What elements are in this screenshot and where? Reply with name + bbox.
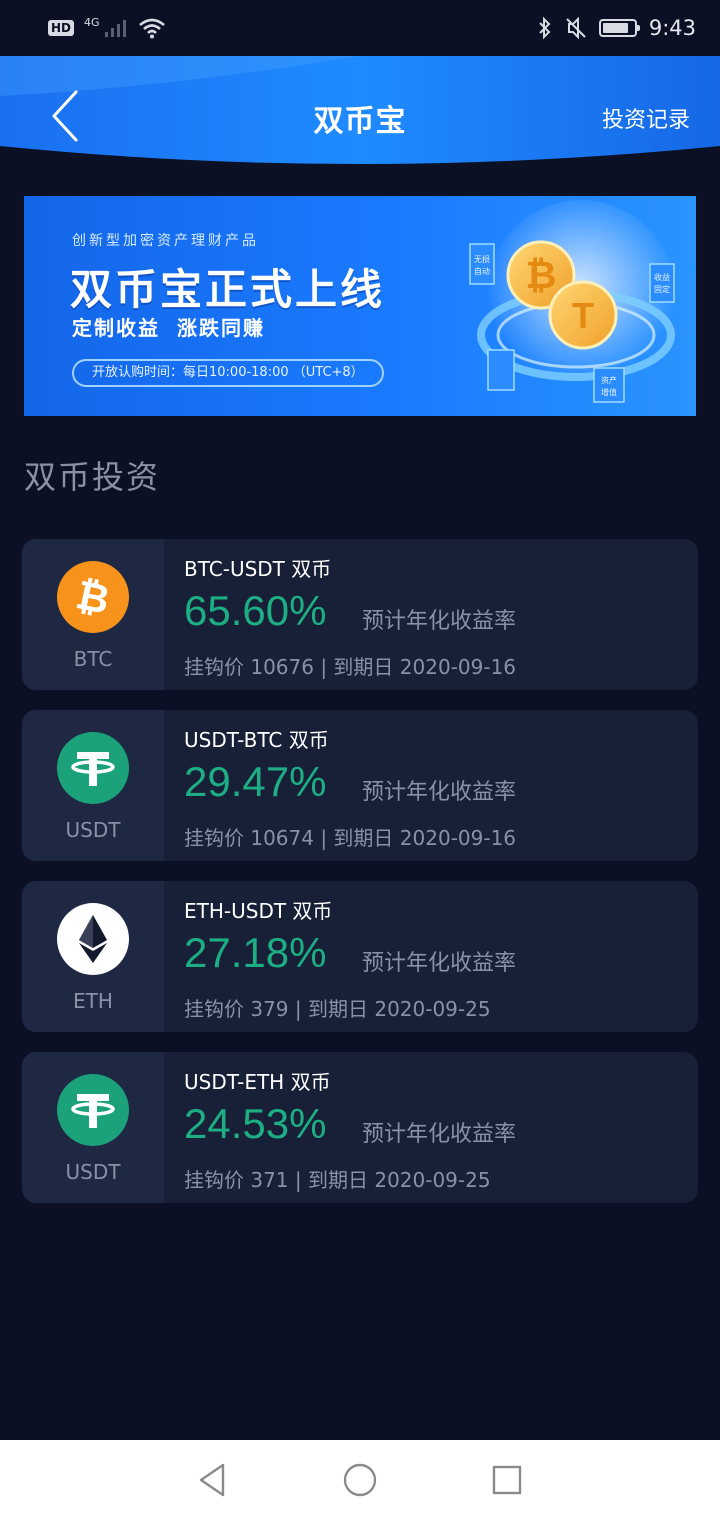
coin-panel: USDT	[22, 710, 164, 861]
ethereum-icon	[57, 903, 129, 975]
clock: 9:43	[648, 16, 696, 40]
annual-rate: 24.53%	[184, 1100, 327, 1147]
hd-badge: HD	[48, 20, 75, 36]
coin-panel: ETH	[22, 881, 164, 1032]
product-card-usdt-eth[interactable]: USDT USDT-ETH 双币 24.53% 预计年化收益率 挂钩价 371 …	[22, 1052, 698, 1203]
coins-illustration: ₿ T 无损 自动 收益 固定 资产 增值	[469, 200, 676, 403]
banner-hours: 开放认购时间：每日10:00-18:00 （UTC+8）	[72, 359, 384, 387]
bluetooth-icon	[539, 16, 551, 40]
coin-panel: USDT	[22, 1052, 164, 1203]
nav-home-button[interactable]	[330, 1450, 390, 1510]
banner-art-tag: 固定	[654, 284, 670, 294]
nav-recents-button[interactable]	[477, 1450, 537, 1510]
system-nav-bar	[0, 1440, 720, 1520]
network-type: 4G	[84, 15, 100, 29]
svg-text:T: T	[572, 295, 594, 336]
coin-panel: ₿ BTC	[22, 539, 164, 690]
annual-rate: 29.47%	[184, 758, 327, 805]
banner-art-tag: 自动	[474, 266, 490, 276]
banner-art-tag: 无损	[474, 254, 490, 264]
investment-records-link[interactable]: 投资记录	[602, 102, 690, 134]
nav-back-button[interactable]	[183, 1450, 243, 1510]
pair-name: BTC-USDT 双币	[184, 557, 332, 581]
strike-and-expiry: 挂钩价 10674 | 到期日 2020-09-16	[184, 826, 517, 850]
annual-rate: 65.60%	[184, 587, 327, 634]
banner-title: 双币宝正式上线	[70, 265, 386, 314]
pair-name: USDT-ETH 双币	[184, 1070, 331, 1094]
rate-label: 预计年化收益率	[362, 951, 517, 976]
status-bar: HD 4G 9:43	[0, 0, 720, 56]
recents-square-icon	[492, 1465, 521, 1495]
coin-label: USDT	[65, 1160, 121, 1184]
svg-text:₿: ₿	[526, 255, 557, 297]
strike-and-expiry: 挂钩价 371 | 到期日 2020-09-25	[184, 1168, 491, 1192]
home-circle-icon	[343, 1463, 377, 1497]
battery-level	[602, 23, 629, 33]
strike-and-expiry: 挂钩价 10676 | 到期日 2020-09-16	[184, 655, 517, 679]
promo-banner[interactable]: 创新型加密资产理财产品 双币宝正式上线 定制收益 涨跌同赚 开放认购时间：每日1…	[24, 196, 696, 416]
tether-icon	[57, 1074, 129, 1146]
banner-art-tag: 收益	[654, 272, 670, 282]
rate-label: 预计年化收益率	[362, 1122, 517, 1147]
banner-art-tag: 资产	[601, 375, 617, 385]
product-card-eth-usdt[interactable]: ETH ETH-USDT 双币 27.18% 预计年化收益率 挂钩价 379 |…	[22, 881, 698, 1032]
banner-art-tag: 增值	[601, 387, 617, 397]
strike-and-expiry: 挂钩价 379 | 到期日 2020-09-25	[184, 997, 491, 1021]
wifi-icon	[138, 18, 165, 39]
mute-icon	[566, 16, 586, 40]
coin-label: BTC	[73, 647, 113, 671]
pair-name: USDT-BTC 双币	[184, 728, 329, 752]
rate-label: 预计年化收益率	[362, 780, 517, 805]
status-left: HD 4G	[48, 15, 166, 39]
rate-label: 预计年化收益率	[362, 609, 517, 634]
coin-label: USDT	[65, 818, 121, 842]
product-card-btc-usdt[interactable]: ₿ BTC BTC-USDT 双币 65.60% 预计年化收益率 挂钩价 106…	[22, 539, 698, 690]
banner-subtitle: 创新型加密资产理财产品	[72, 233, 259, 249]
signal-icon	[104, 20, 126, 37]
back-triangle-icon	[200, 1463, 225, 1497]
battery-icon	[598, 19, 640, 37]
annual-rate: 27.18%	[184, 929, 327, 976]
bitcoin-icon: ₿	[57, 561, 129, 633]
header: 双币宝 投资记录	[0, 56, 720, 166]
pair-name: ETH-USDT 双币	[184, 899, 333, 923]
status-right: 9:43	[537, 16, 696, 40]
product-card-usdt-btc[interactable]: USDT USDT-BTC 双币 29.47% 预计年化收益率 挂钩价 1067…	[22, 710, 698, 861]
coin-label: ETH	[73, 989, 113, 1013]
banner-slogan: 定制收益 涨跌同赚	[72, 316, 265, 340]
section-title: 双币投资	[24, 458, 161, 496]
tether-icon	[57, 732, 129, 804]
